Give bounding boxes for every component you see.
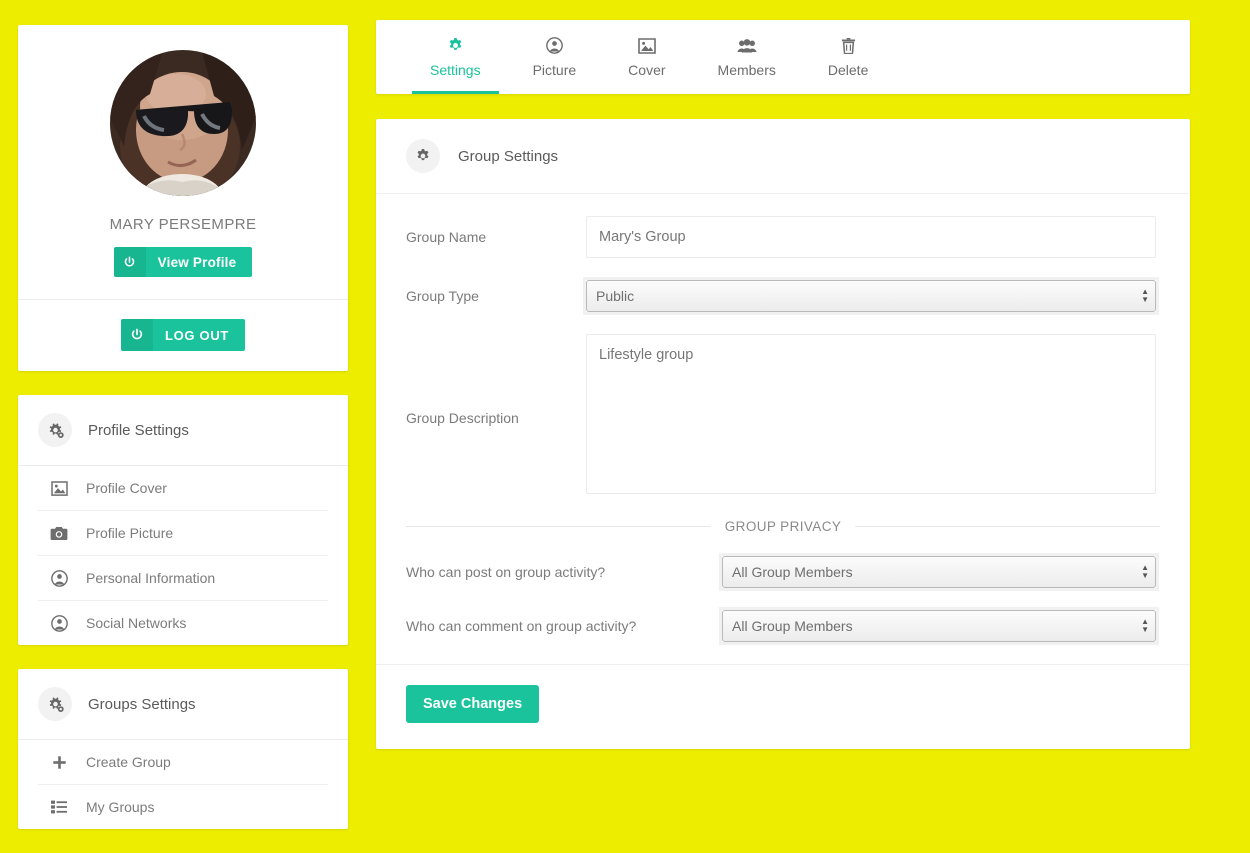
sidebar-item-my-groups[interactable]: My Groups [38, 784, 328, 829]
sidebar-item-label: Social Networks [86, 615, 187, 631]
who-can-comment-select[interactable]: All Group Members [722, 610, 1156, 642]
logout-row: LOG OUT [18, 300, 348, 371]
sidebar-item-label: Personal Information [86, 570, 216, 586]
groups-settings-menu: Create Group My Groups [18, 740, 348, 829]
sidebar-item-profile-picture[interactable]: Profile Picture [38, 510, 328, 555]
group-description-control: Lifestyle group [586, 334, 1160, 497]
tab-label: Cover [628, 61, 666, 78]
group-name-label: Group Name [406, 229, 487, 245]
group-type-row: Group Type Public ▲ ▼ [406, 280, 1160, 312]
legend-line-left [406, 526, 711, 527]
user-circle-icon [50, 569, 68, 587]
user-photo-avatar-icon [110, 50, 256, 196]
image-icon [50, 479, 68, 497]
logout-button[interactable]: LOG OUT [120, 319, 246, 351]
who-can-comment-row: Who can comment on group activity? All G… [406, 610, 1160, 642]
sidebar-item-create-group[interactable]: Create Group [38, 740, 328, 784]
profile-name: MARY PERSEMPRE [109, 216, 257, 233]
group-name-row: Group Name [406, 216, 1160, 258]
gears-icon [38, 687, 72, 721]
profile-settings-title: Profile Settings [88, 421, 189, 439]
image-icon [638, 37, 656, 55]
tab-members[interactable]: Members [692, 20, 802, 94]
group-type-label: Group Type [406, 288, 479, 304]
sidebar-item-label: Create Group [86, 754, 171, 770]
tab-delete[interactable]: Delete [802, 20, 894, 94]
sidebar-item-label: Profile Cover [86, 480, 167, 496]
tab-label: Settings [430, 61, 481, 78]
who-can-comment-control: All Group Members ▲ ▼ [722, 610, 1160, 642]
groups-settings-card: Groups Settings Create Group My Groups [18, 669, 348, 829]
who-can-comment-select-wrap: All Group Members ▲ ▼ [722, 610, 1156, 642]
plus-icon [50, 753, 68, 771]
panel-title: Group Settings [458, 147, 559, 165]
avatar-wrap [18, 25, 348, 196]
power-icon [120, 319, 153, 351]
logout-label: LOG OUT [164, 327, 230, 343]
group-type-select[interactable]: Public [586, 280, 1156, 312]
sidebar-item-social-networks[interactable]: Social Networks [38, 600, 328, 645]
camera-icon [50, 524, 68, 542]
tab-label: Delete [827, 61, 869, 78]
who-can-post-control: All Group Members ▲ ▼ [722, 556, 1160, 588]
who-can-post-select-wrap: All Group Members ▲ ▼ [722, 556, 1156, 588]
sidebar-item-label: Profile Picture [86, 525, 174, 541]
panel-header: Group Settings [376, 119, 1190, 194]
avatar [110, 50, 256, 196]
tab-picture[interactable]: Picture [507, 20, 603, 94]
group-name-control [586, 216, 1160, 258]
view-profile-button[interactable]: View Profile [113, 247, 253, 277]
profile-settings-menu: Profile Cover Profile Picture Personal I… [18, 466, 348, 645]
sidebar-item-profile-cover[interactable]: Profile Cover [38, 466, 328, 510]
profile-settings-header: Profile Settings [18, 395, 348, 465]
groups-settings-header: Groups Settings [18, 669, 348, 739]
sidebar-item-personal-information[interactable]: Personal Information [38, 555, 328, 600]
panel-body: Group Name Group Type Public ▲▼ [376, 194, 1190, 642]
user-circle-icon [50, 614, 68, 632]
gear-icon [447, 37, 464, 55]
power-icon [113, 247, 146, 277]
group-type-control: Public ▲ ▼ [586, 280, 1160, 312]
profile-card: MARY PERSEMPRE View Profile LOG OUT [18, 25, 348, 371]
group-settings-panel: Group Settings Group Name Group Type Pub… [376, 119, 1190, 749]
main-content: Settings Picture Cover Members Delete Gr… [376, 20, 1190, 749]
group-name-input[interactable] [586, 216, 1156, 258]
list-icon [50, 798, 68, 816]
profile-settings-card: Profile Settings Profile Cover Profile P… [18, 395, 348, 645]
save-changes-button[interactable]: Save Changes [406, 685, 540, 723]
group-privacy-legend-text: GROUP PRIVACY [724, 519, 842, 534]
who-can-post-select[interactable]: All Group Members [722, 556, 1156, 588]
tab-bar: Settings Picture Cover Members Delete [376, 20, 1190, 94]
sidebar-item-label: My Groups [86, 799, 155, 815]
group-description-textarea[interactable]: Lifestyle group [586, 334, 1156, 494]
panel-footer: Save Changes [376, 664, 1190, 749]
page-root: MARY PERSEMPRE View Profile LOG OUT Prof… [0, 0, 1250, 829]
trash-icon [841, 37, 856, 55]
gears-icon [38, 413, 72, 447]
group-privacy-legend: GROUP PRIVACY [406, 519, 1161, 534]
view-profile-row: View Profile [18, 233, 348, 299]
group-description-label: Group Description [406, 410, 519, 426]
tab-label: Picture [532, 61, 577, 78]
groups-settings-title: Groups Settings [88, 695, 196, 713]
group-description-row: Group Description Lifestyle group [406, 334, 1160, 497]
tab-cover[interactable]: Cover [602, 20, 691, 94]
sidebar: MARY PERSEMPRE View Profile LOG OUT Prof… [18, 25, 348, 853]
user-circle-icon [546, 37, 563, 55]
gear-icon [406, 139, 440, 173]
tab-label: Members [717, 61, 776, 78]
view-profile-label: View Profile [157, 254, 237, 270]
group-type-select-wrap: Public ▲ ▼ [586, 280, 1156, 312]
who-can-comment-label: Who can comment on group activity? [406, 618, 637, 634]
who-can-post-label: Who can post on group activity? [406, 564, 606, 580]
users-icon [737, 37, 757, 55]
legend-line-right [855, 526, 1161, 527]
who-can-post-row: Who can post on group activity? All Grou… [406, 556, 1160, 588]
tab-settings[interactable]: Settings [404, 20, 507, 94]
